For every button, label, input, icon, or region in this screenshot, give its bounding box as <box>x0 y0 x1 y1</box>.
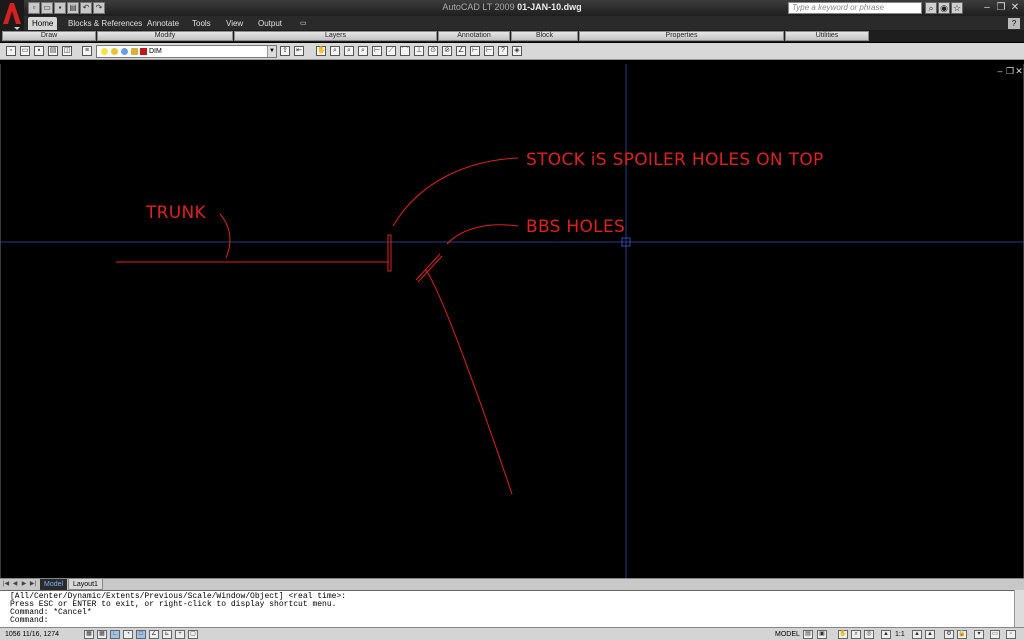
lineweight-icon[interactable]: ▢ <box>188 630 198 639</box>
bbs-hole-marker <box>415 253 441 281</box>
snap-mode-icon[interactable]: ▦ <box>84 630 94 639</box>
status-bar: 1056 11/16, 1274 ▦ ▦ ∟ ◔ □ ∠ ⊾ + ▢ MODEL… <box>0 627 1024 640</box>
dynamic-input-icon[interactable]: + <box>175 630 185 639</box>
bbs-leader <box>446 224 519 245</box>
status-tray-settings-icon[interactable]: ▾ <box>974 630 984 639</box>
model-space-button[interactable]: MODEL <box>775 629 800 640</box>
autocad-window: ▫ ▭ ▪ ▤ ↶ ↷ AutoCAD LT 2009 01-JAN-10.dw… <box>0 0 1024 640</box>
grid-display-icon[interactable]: ▦ <box>97 630 107 639</box>
stock-leader <box>392 157 519 227</box>
tray-icon[interactable]: ▫ <box>1006 630 1016 639</box>
annotation-scale-icon[interactable]: ▲ <box>881 630 891 639</box>
command-prompt[interactable]: Command: <box>10 617 1024 625</box>
ortho-mode-icon[interactable]: ∟ <box>110 630 120 639</box>
steering-wheel-icon[interactable]: ◎ <box>864 630 874 639</box>
quick-view-drawings-icon[interactable]: ▣ <box>817 630 827 639</box>
tab-model[interactable]: Model <box>40 579 68 590</box>
command-history-line: Press ESC or ENTER to exit, or right-cli… <box>10 600 337 609</box>
lock-icon[interactable]: 🔒 <box>957 630 967 639</box>
annotation-scale[interactable]: 1:1 <box>895 629 905 640</box>
command-window[interactable]: [All/Center/Dynamic/Extents/Previous/Sca… <box>0 590 1024 627</box>
autocad-logo-icon <box>3 3 21 30</box>
application-menu-button[interactable] <box>0 0 24 30</box>
annotation-visibility-icon[interactable]: ▲ <box>912 630 922 639</box>
workspace-switching-icon[interactable]: ⚙ <box>944 630 954 639</box>
command-history-line: Command: *Cancel* <box>10 608 92 617</box>
tab-layout1[interactable]: Layout1 <box>68 579 103 590</box>
auto-scale-icon[interactable]: ▲ <box>925 630 935 639</box>
stock-hole-marker <box>387 234 392 272</box>
trunk-leader <box>219 213 231 259</box>
dynamic-ucs-icon[interactable]: ⊾ <box>162 630 172 639</box>
polar-tracking-icon[interactable]: ◔ <box>123 630 133 639</box>
next-layout-icon[interactable]: ▶ <box>20 580 28 589</box>
pan-status-icon[interactable]: ✋ <box>838 630 848 639</box>
last-layout-icon[interactable]: ▶| <box>29 580 37 589</box>
zoom-status-icon[interactable]: ⌕ <box>851 630 861 639</box>
trunk-annotation: TRUNK <box>146 203 207 223</box>
object-snap-icon[interactable]: □ <box>136 630 146 639</box>
stock-annotation: STOCK iS SPOILER HOLES ON TOP <box>526 150 824 170</box>
first-layout-icon[interactable]: |◀ <box>2 580 10 589</box>
layout-tab-bar: |◀ ◀ ▶ ▶| Model Layout1 <box>0 578 1024 590</box>
coordinate-readout: 1056 11/16, 1274 <box>5 631 59 638</box>
object-snap-tracking-icon[interactable]: ∠ <box>149 630 159 639</box>
drawing-geometry <box>0 64 1024 578</box>
quick-view-layouts-icon[interactable]: ▤ <box>803 630 813 639</box>
prev-layout-icon[interactable]: ◀ <box>11 580 19 589</box>
descending-line <box>425 269 513 495</box>
clean-screen-icon[interactable]: ▭ <box>990 630 1000 639</box>
command-scrollbar[interactable] <box>1014 590 1024 627</box>
bbs-annotation: BBS HOLES <box>526 217 626 237</box>
